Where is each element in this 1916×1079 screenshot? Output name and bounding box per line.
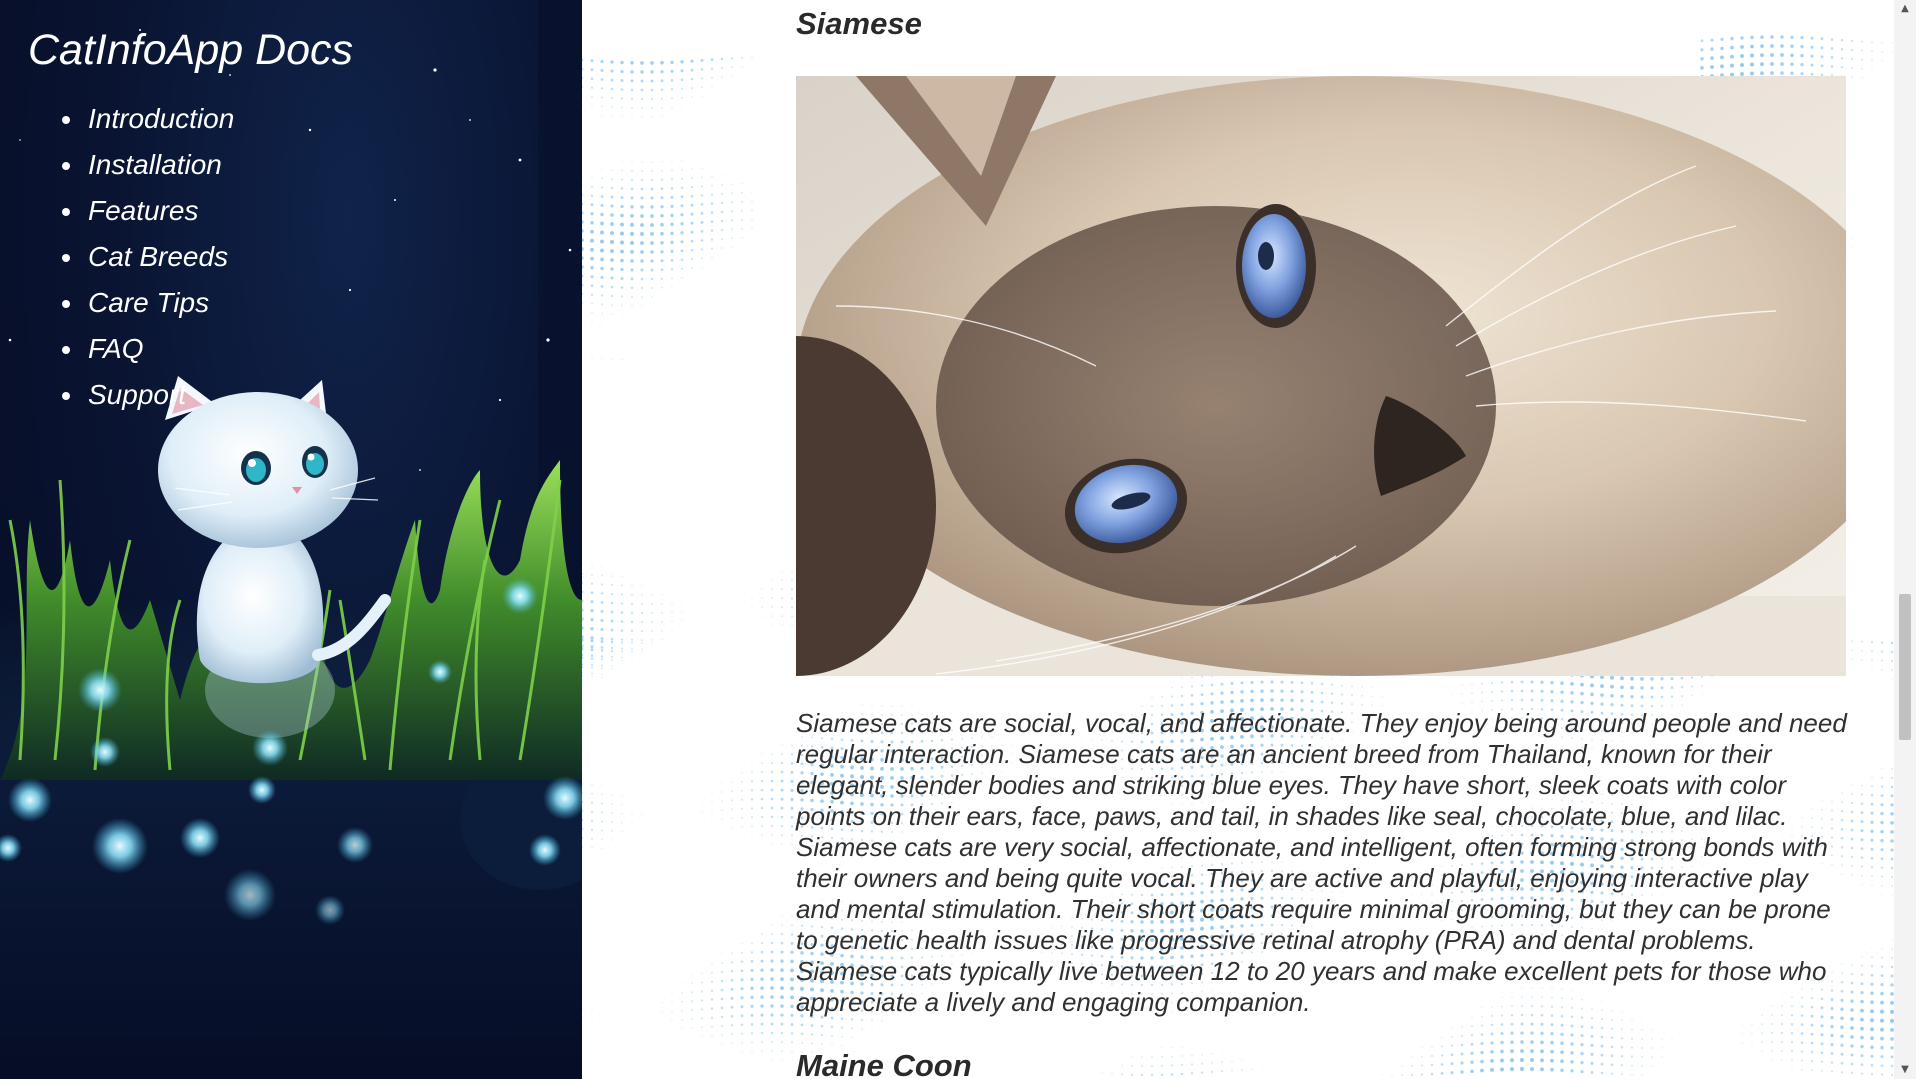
nav-item-label: Care Tips (88, 287, 210, 318)
nav-list: Introduction Installation Features Cat B… (58, 96, 234, 418)
main-content: Siamese Siamese cats are social, vocal, … (582, 0, 1894, 1079)
nav-item-label: Cat Breeds (88, 241, 229, 272)
nav-item-care-tips[interactable]: Care Tips (58, 280, 234, 326)
siamese-cat-photo (796, 76, 1846, 676)
bullet (62, 162, 70, 170)
nav-item-label: Introduction (88, 103, 235, 134)
bullet (62, 254, 70, 262)
scroll-down-icon[interactable]: ▼ (1894, 1061, 1916, 1079)
nav-item-label: Features (88, 195, 199, 226)
bullet (62, 208, 70, 216)
nav-item-cat-breeds[interactable]: Cat Breeds (58, 234, 234, 280)
nav-item-label: FAQ (88, 333, 144, 364)
bullet (62, 346, 70, 354)
bullet (62, 300, 70, 308)
bullet (62, 392, 70, 400)
nav-item-features[interactable]: Features (58, 188, 234, 234)
nav-item-faq[interactable]: FAQ (58, 326, 234, 372)
nav-item-label: Support (88, 379, 187, 410)
breed-heading-siamese: Siamese (796, 6, 922, 41)
app-root: CatInfoApp Docs Introduction Installatio… (0, 0, 1916, 1079)
scroll-up-icon[interactable]: ▲ (1894, 0, 1916, 18)
nav-item-support[interactable]: Support (58, 372, 234, 418)
sidebar: CatInfoApp Docs Introduction Installatio… (0, 0, 582, 1079)
scroll-thumb[interactable] (1899, 594, 1911, 740)
breed-description-siamese: Siamese cats are social, vocal, and affe… (796, 708, 1847, 1017)
nav-item-label: Installation (88, 149, 222, 180)
nav-item-introduction[interactable]: Introduction (58, 96, 234, 142)
breed-heading-maine-coon: Maine Coon (796, 1048, 972, 1079)
nav-item-installation[interactable]: Installation (58, 142, 234, 188)
sidebar-title: CatInfoApp Docs (28, 26, 354, 74)
vertical-scrollbar[interactable]: ▲ ▼ (1894, 0, 1916, 1079)
bullet (62, 116, 70, 124)
